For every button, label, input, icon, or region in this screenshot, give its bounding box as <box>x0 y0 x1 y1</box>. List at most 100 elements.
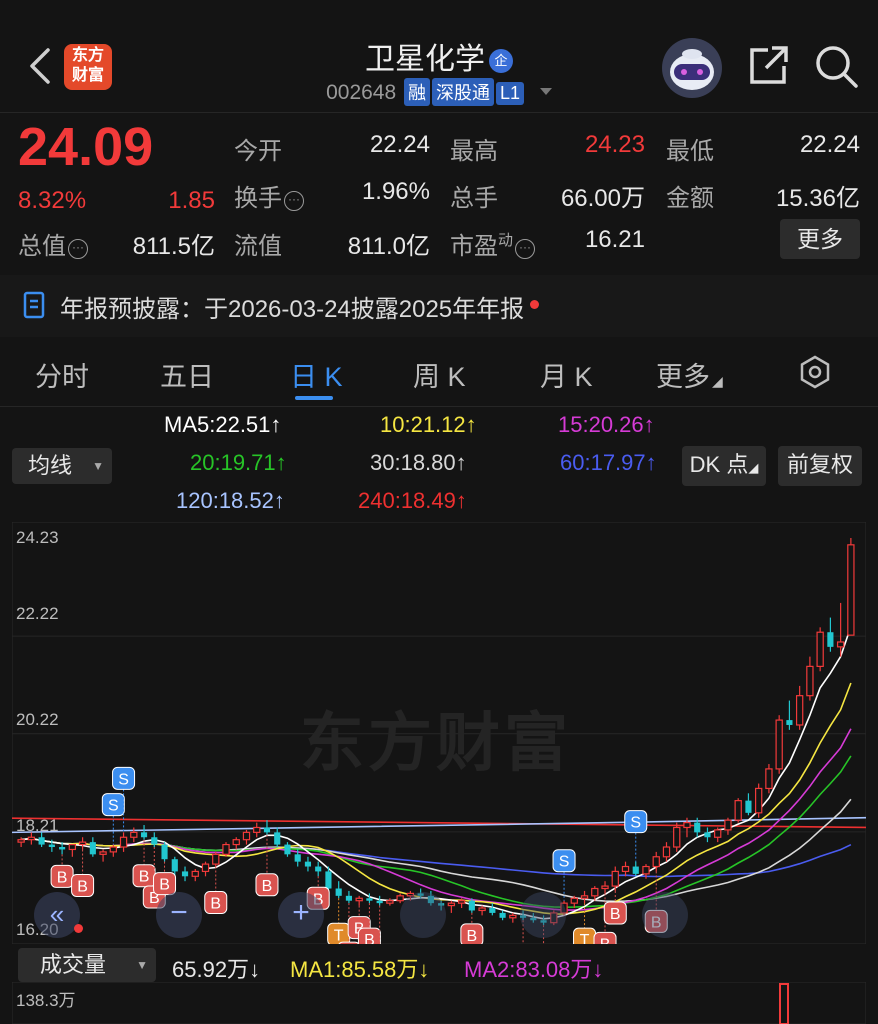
tab-monthly-k[interactable]: 月 K <box>540 355 593 394</box>
candle-body <box>724 819 732 831</box>
scroll-left-step-icon[interactable] <box>400 892 446 938</box>
candle-body <box>447 902 456 907</box>
signal-marker-label: B <box>139 869 150 886</box>
candle-body <box>161 844 168 860</box>
candle-body <box>294 854 301 862</box>
adjust-button[interactable]: 前复权 <box>778 446 862 486</box>
signal-marker-label: B <box>467 928 478 944</box>
volume-value: 66.00万 <box>560 185 645 212</box>
zoom-out-icon[interactable]: − <box>156 892 202 938</box>
candle-body <box>140 832 148 838</box>
tab-more[interactable]: 更多 ◢ <box>656 355 723 394</box>
candle-body <box>621 865 630 873</box>
signal-marker <box>338 941 360 944</box>
open-value: 22.24 <box>369 131 430 158</box>
candle-body <box>489 908 496 913</box>
scroll-right-icon[interactable] <box>642 892 688 938</box>
candle-body <box>284 844 291 855</box>
open-label: 今开 <box>234 138 282 165</box>
candle-body <box>632 866 639 874</box>
share-icon[interactable] <box>744 42 792 90</box>
candle-body <box>591 887 599 897</box>
tab-weekly-k[interactable]: 周 K <box>413 355 466 394</box>
volume-ma2: MA2:83.08万↓ <box>464 957 604 982</box>
turnover-label[interactable]: 换手 ··· <box>234 178 304 213</box>
candle-body <box>181 871 189 877</box>
candle-body <box>38 837 45 845</box>
dk-point-button[interactable]: DK 点◢ <box>682 446 766 486</box>
info-icon[interactable]: ··· <box>284 191 304 211</box>
candle-body <box>836 641 845 648</box>
float-cap-label: 流值 <box>234 233 282 260</box>
chevron-down-icon[interactable] <box>539 88 552 95</box>
float-cap-value: 811.0亿 <box>347 233 430 260</box>
candle-body <box>795 695 804 726</box>
candle-body <box>847 544 855 636</box>
candle-body <box>683 822 691 829</box>
info-icon[interactable]: ··· <box>515 239 536 259</box>
scroll-right-step-icon[interactable] <box>520 892 566 938</box>
volume-label: 总手 <box>450 185 498 212</box>
pe-label[interactable]: 市盈动 ··· <box>450 226 536 261</box>
candle-body <box>335 888 342 896</box>
candle-body <box>99 851 107 855</box>
candle-body <box>59 847 66 850</box>
zoom-in-icon[interactable]: + <box>278 892 324 938</box>
volume-selector[interactable]: 成交量 ▼ <box>18 948 156 982</box>
y-label-4: 18.21 <box>16 816 59 835</box>
candle-body <box>232 839 240 846</box>
ma-item: 10:21.12↑ <box>380 412 477 437</box>
signal-marker-label: B <box>77 878 88 895</box>
candle-body <box>315 866 322 872</box>
ma-selector[interactable]: 均线 ▼ <box>12 448 112 484</box>
candle-body <box>827 632 834 647</box>
tab-five-day[interactable]: 五日 <box>160 355 214 394</box>
market-cap-value: 811.5亿 <box>132 233 215 260</box>
amount-label: 金额 <box>666 185 714 212</box>
gear-icon[interactable] <box>798 355 832 389</box>
header: 东方 财富 卫星化学企 002648 融深股通 L1 <box>0 0 878 112</box>
candle-body <box>171 859 178 872</box>
ma-item: 240:18.49↑ <box>358 488 467 513</box>
candle-body <box>119 836 128 848</box>
robot-icon <box>670 49 714 90</box>
notice-text[interactable]: 年报预披露：于2026-03-24披露2025年年报 <box>60 289 540 324</box>
candle-body <box>694 822 701 833</box>
turnover-value: 1.96% <box>361 178 430 205</box>
market-cap-label[interactable]: 总值 ··· <box>18 226 88 261</box>
search-icon[interactable] <box>812 42 860 90</box>
candle-body <box>253 826 261 833</box>
scroll-left-icon[interactable]: « <box>34 892 80 938</box>
candle-body <box>109 846 117 853</box>
dropdown-icon: ▼ <box>92 459 104 473</box>
tab-daily-k[interactable]: 日 K <box>290 355 343 394</box>
tabs-divider <box>0 406 878 407</box>
candle-body <box>601 885 609 890</box>
candle-body <box>48 844 55 848</box>
high-value: 24.23 <box>584 131 645 158</box>
candle-body <box>396 895 404 902</box>
change-percent: 8.32% <box>18 187 87 214</box>
candle-body <box>212 853 220 865</box>
unread-dot <box>530 300 540 309</box>
candle-body <box>611 870 619 887</box>
ma-item: 20:19.71↑ <box>190 450 287 475</box>
tab-intraday[interactable]: 分时 <box>35 355 89 394</box>
candle-body <box>816 631 824 667</box>
candle-body <box>201 863 210 873</box>
ma-item: 60:17.97↑ <box>560 450 657 475</box>
volume-y-max: 138.3万 <box>16 991 76 1010</box>
signal-marker-label: B <box>210 896 221 913</box>
volume-chart <box>12 982 866 1024</box>
candle-body <box>27 836 36 841</box>
info-icon[interactable]: ··· <box>68 239 88 259</box>
dropdown-icon: ▼ <box>136 958 148 972</box>
candle-body <box>68 843 77 851</box>
candle-body <box>325 871 332 889</box>
enterprise-badge: 企 <box>489 49 513 73</box>
robot-avatar[interactable] <box>662 38 722 98</box>
signal-marker-label: B <box>159 877 170 894</box>
amount-value: 15.36亿 <box>775 185 860 212</box>
low-label: 最低 <box>666 138 714 165</box>
more-quote-button[interactable]: 更多 <box>780 219 860 259</box>
